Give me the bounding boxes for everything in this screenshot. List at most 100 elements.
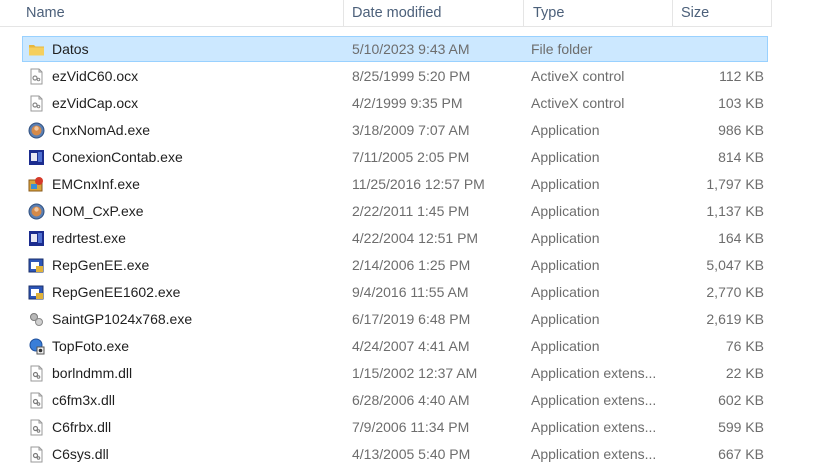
dll-file-icon	[28, 392, 45, 409]
file-row[interactable]: RepGenEE.exe 2/14/2006 1:25 PM Application…	[0, 252, 836, 279]
file-type: Application	[531, 149, 600, 165]
file-type: Application	[531, 257, 600, 273]
activex-file-icon	[28, 68, 45, 85]
file-size: 986 KB	[718, 122, 764, 138]
file-size: 2,619 KB	[706, 311, 764, 327]
file-row[interactable]: RepGenEE1602.exe 9/4/2016 11:55 AM Applica…	[0, 279, 836, 306]
file-date-modified: 2/22/2011 1:45 PM	[352, 203, 470, 219]
file-row[interactable]: CnxNomAd.exe 3/18/2009 7:07 AM Application…	[0, 117, 836, 144]
file-date-modified: 6/28/2006 4:40 AM	[352, 392, 470, 408]
file-name: Datos	[52, 41, 89, 57]
file-type: Application	[531, 122, 600, 138]
file-type: Application extens...	[531, 392, 657, 408]
blue-app-icon	[28, 149, 45, 166]
file-name: CnxNomAd.exe	[52, 122, 151, 138]
file-row[interactable]: c6fm3x.dll 6/28/2006 4:40 AM Application e…	[0, 387, 836, 414]
column-divider[interactable]	[672, 0, 673, 26]
file-size: 602 KB	[718, 392, 764, 408]
file-date-modified: 11/25/2016 12:57 PM	[352, 176, 485, 192]
file-row[interactable]: C6frbx.dll 7/9/2006 11:34 PM Application e…	[0, 414, 836, 441]
file-row[interactable]: EMCnxInf.exe 11/25/2016 12:57 PM Applicati…	[0, 171, 836, 198]
file-date-modified: 7/9/2006 11:34 PM	[352, 419, 470, 435]
file-type: ActiveX control	[531, 68, 625, 84]
file-size: 814 KB	[718, 149, 764, 165]
round-app-icon	[28, 122, 45, 139]
file-size: 5,047 KB	[706, 257, 764, 273]
file-size: 112 KB	[719, 68, 764, 84]
file-date-modified: 9/4/2016 11:55 AM	[352, 284, 469, 300]
file-type: Application	[531, 311, 600, 327]
file-date-modified: 6/17/2019 6:48 PM	[352, 311, 471, 327]
dll-file-icon	[28, 419, 45, 436]
file-name: TopFoto.exe	[52, 338, 130, 354]
file-date-modified: 1/15/2002 12:37 AM	[352, 365, 478, 381]
file-date-modified: 5/10/2023 9:43 AM	[352, 41, 470, 57]
file-type: File folder	[531, 41, 593, 57]
report-app-icon	[28, 284, 45, 301]
gear-app-icon	[28, 311, 45, 328]
file-row-selected[interactable]: Datos 5/10/2023 9:43 AM File folder	[0, 36, 836, 63]
column-header-name[interactable]: Name	[26, 0, 65, 26]
file-name: C6sys.dll	[52, 446, 109, 462]
file-row[interactable]: borlndmm.dll 1/15/2002 12:37 AM Applicatio…	[0, 360, 836, 387]
dll-file-icon	[28, 446, 45, 463]
file-date-modified: 3/18/2009 7:07 AM	[352, 122, 470, 138]
file-name: ConexionContab.exe	[52, 149, 183, 165]
file-size: 103 KB	[718, 95, 764, 111]
file-size: 22 KB	[725, 365, 764, 381]
file-name: redrtest.exe	[52, 230, 126, 246]
file-type: Application	[531, 230, 600, 246]
activex-file-icon	[28, 95, 45, 112]
file-name: ezVidC60.ocx	[52, 68, 139, 84]
file-row[interactable]: ezVidCap.ocx 4/2/1999 9:35 PM ActiveX cont…	[0, 90, 836, 117]
file-type: Application extens...	[531, 365, 657, 381]
file-size: 164 KB	[718, 230, 764, 246]
file-type: Application extens...	[531, 446, 657, 462]
file-name: C6frbx.dll	[52, 419, 112, 435]
blue-app-icon	[28, 230, 45, 247]
file-date-modified: 4/22/2004 12:51 PM	[352, 230, 479, 246]
file-type: Application	[531, 203, 600, 219]
file-date-modified: 4/2/1999 9:35 PM	[352, 95, 463, 111]
round-app-icon	[28, 203, 45, 220]
column-header: Name Date modified Type Size	[0, 0, 772, 27]
file-row[interactable]: ezVidC60.ocx 8/25/1999 5:20 PM ActiveX con…	[0, 63, 836, 90]
file-type: Application	[531, 176, 600, 192]
file-name: c6fm3x.dll	[52, 392, 116, 408]
file-size	[672, 36, 764, 63]
file-row[interactable]: C6sys.dll 4/13/2005 5:40 PM Application ex…	[0, 441, 836, 468]
column-header-date[interactable]: Date modified	[352, 0, 441, 26]
file-name: borlndmm.dll	[52, 365, 133, 381]
file-name: RepGenEE.exe	[52, 257, 150, 273]
file-size: 76 KB	[725, 338, 764, 354]
report-app-icon	[28, 257, 45, 274]
file-name: NOM_CxP.exe	[52, 203, 144, 219]
file-name: EMCnxInf.exe	[52, 176, 140, 192]
file-size: 1,797 KB	[706, 176, 764, 192]
photo-app-icon	[28, 338, 45, 355]
file-row[interactable]: ConexionContab.exe 7/11/2005 2:05 PM Appli…	[0, 144, 836, 171]
file-size: 667 KB	[718, 446, 764, 462]
column-divider[interactable]	[343, 0, 344, 26]
column-divider[interactable]	[523, 0, 524, 26]
file-row[interactable]: TopFoto.exe 4/24/2007 4:41 AM Application 7…	[0, 333, 836, 360]
colorful-app-icon	[28, 176, 45, 193]
file-row[interactable]: SaintGP1024x768.exe 6/17/2019 6:48 PM Appl…	[0, 306, 836, 333]
column-divider[interactable]	[771, 0, 772, 26]
file-type: Application	[531, 338, 600, 354]
column-header-type[interactable]: Type	[533, 0, 564, 26]
file-row[interactable]: redrtest.exe 4/22/2004 12:51 PM Applicatio…	[0, 225, 836, 252]
file-size: 2,770 KB	[706, 284, 764, 300]
file-type: Application extens...	[531, 419, 657, 435]
file-size: 599 KB	[718, 419, 764, 435]
file-type: Application	[531, 284, 600, 300]
file-date-modified: 4/24/2007 4:41 AM	[352, 338, 470, 354]
file-row[interactable]: NOM_CxP.exe 2/22/2011 1:45 PM Application 1…	[0, 198, 836, 225]
file-name: ezVidCap.ocx	[52, 95, 139, 111]
column-header-size[interactable]: Size	[681, 0, 709, 26]
file-date-modified: 7/11/2005 2:05 PM	[352, 149, 470, 165]
dll-file-icon	[28, 365, 45, 382]
file-date-modified: 4/13/2005 5:40 PM	[352, 446, 471, 462]
file-size: 1,137 KB	[706, 203, 764, 219]
file-date-modified: 2/14/2006 1:25 PM	[352, 257, 471, 273]
